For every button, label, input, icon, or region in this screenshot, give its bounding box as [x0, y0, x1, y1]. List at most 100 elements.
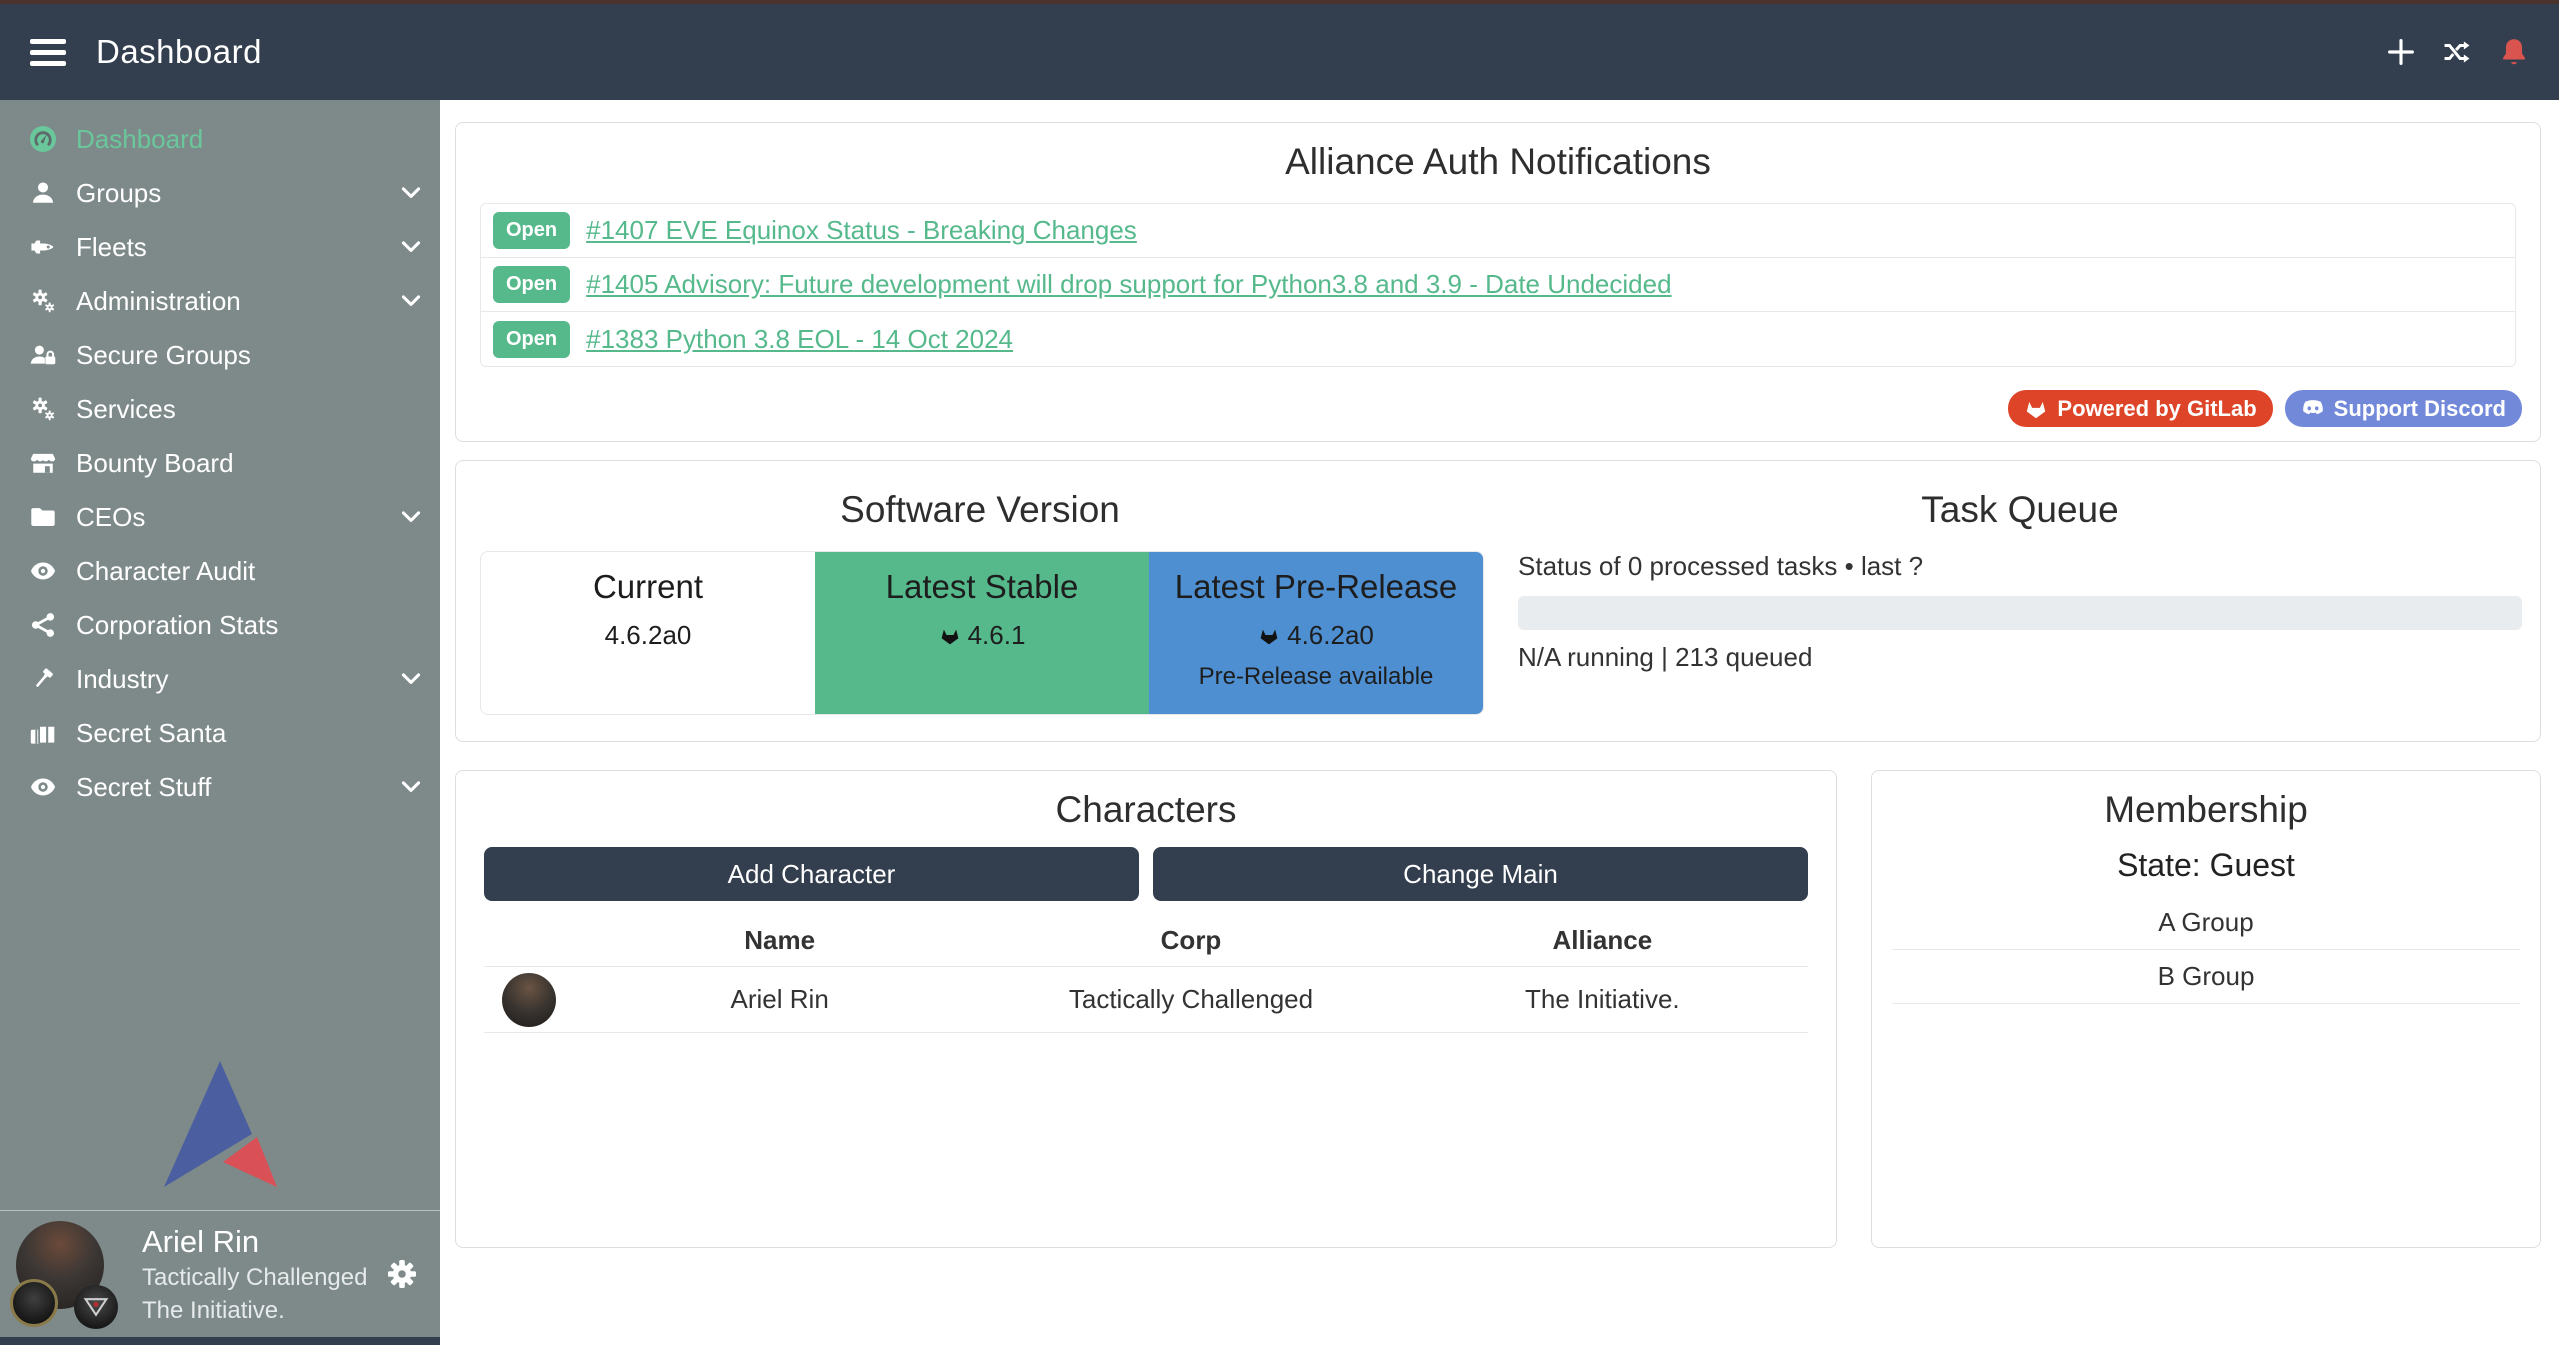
- status-badge: Open: [493, 266, 570, 303]
- gitlab-icon: [1258, 626, 1280, 646]
- software-version-title: Software Version: [456, 489, 1504, 531]
- task-queue-status-line: Status of 0 processed tasks • last ?: [1518, 551, 2522, 582]
- header-alliance: Alliance: [1397, 925, 1808, 956]
- top-navbar: Dashboard: [0, 0, 2559, 100]
- gitlab-icon: [2024, 398, 2048, 420]
- user-name: Ariel Rin: [142, 1224, 367, 1260]
- eye-icon: [26, 557, 60, 585]
- notification-link[interactable]: #1383 Python 3.8 EOL - 14 Oct 2024: [586, 324, 1013, 355]
- chevron-down-icon: [400, 668, 422, 690]
- badge-label: Powered by GitLab: [2057, 396, 2256, 422]
- shuttle-icon: [26, 233, 60, 261]
- version-column-label: Current: [481, 568, 815, 606]
- sidebar-item-label: Administration: [76, 286, 400, 317]
- software-version-section: Software Version Current 4.6.2a0 Latest …: [456, 461, 1504, 741]
- table-header-row: Name Corp Alliance: [484, 915, 1808, 967]
- sidebar-item-dashboard[interactable]: Dashboard: [0, 112, 440, 166]
- bell-icon[interactable]: [2499, 37, 2529, 67]
- plus-icon[interactable]: [2387, 38, 2415, 66]
- notification-link[interactable]: #1405 Advisory: Future development will …: [586, 269, 1671, 300]
- sidebar-item-label: Character Audit: [76, 556, 422, 587]
- characters-panel: Characters Add Character Change Main Nam…: [455, 770, 1837, 1248]
- gear-icon[interactable]: [386, 1258, 418, 1290]
- character-avatar: [502, 973, 556, 1027]
- change-main-button[interactable]: Change Main: [1153, 847, 1808, 901]
- sidebar: Dashboard Groups Fleets Administration S…: [0, 100, 440, 1345]
- characters-buttons: Add Character Change Main: [484, 847, 1808, 901]
- hammer-icon: [26, 665, 60, 693]
- sidebar-item-character-audit[interactable]: Character Audit: [0, 544, 440, 598]
- notification-link[interactable]: #1407 EVE Equinox Status - Breaking Chan…: [586, 215, 1137, 246]
- sidebar-item-bounty-board[interactable]: Bounty Board: [0, 436, 440, 490]
- gifts-icon: [26, 719, 60, 747]
- sidebar-item-secure-groups[interactable]: Secure Groups: [0, 328, 440, 382]
- sidebar-item-label: Industry: [76, 664, 400, 695]
- badge-label: Support Discord: [2334, 396, 2506, 422]
- user-lock-icon: [26, 341, 60, 369]
- powered-by-gitlab-badge[interactable]: Powered by GitLab: [2008, 390, 2272, 427]
- version-comparison-box: Current 4.6.2a0 Latest Stable 4.6.1 Late…: [480, 551, 1484, 715]
- discord-icon: [2301, 398, 2325, 420]
- sidebar-item-secret-stuff[interactable]: Secret Stuff: [0, 760, 440, 814]
- version-value: 4.6.2a0: [1287, 620, 1374, 651]
- sidebar-item-label: CEOs: [76, 502, 400, 533]
- sidebar-item-label: Groups: [76, 178, 400, 209]
- sidebar-item-services[interactable]: Services: [0, 382, 440, 436]
- store-icon: [26, 449, 60, 477]
- share-icon: [26, 611, 60, 639]
- sidebar-item-label: Secret Santa: [76, 718, 422, 749]
- sidebar-item-label: Secret Stuff: [76, 772, 400, 803]
- version-column-label: Latest Pre-Release: [1149, 568, 1483, 606]
- user-alliance: The Initiative.: [142, 1297, 367, 1325]
- avatar: [14, 1215, 130, 1333]
- sidebar-item-corporation-stats[interactable]: Corporation Stats: [0, 598, 440, 652]
- header-name: Name: [574, 925, 985, 956]
- page-title: Dashboard: [96, 33, 262, 71]
- notifications-footer-badges: Powered by GitLab Support Discord: [2008, 390, 2522, 427]
- folder-icon: [26, 503, 60, 531]
- sidebar-item-label: Secure Groups: [76, 340, 422, 371]
- sidebar-menu: Dashboard Groups Fleets Administration S…: [0, 100, 440, 814]
- cell-alliance: The Initiative.: [1397, 984, 1808, 1015]
- notification-row: Open #1383 Python 3.8 EOL - 14 Oct 2024: [481, 312, 2515, 366]
- shuffle-icon[interactable]: [2443, 38, 2471, 66]
- sidebar-item-secret-santa[interactable]: Secret Santa: [0, 706, 440, 760]
- task-queue-title: Task Queue: [1518, 489, 2522, 531]
- version-value: 4.6.2a0: [605, 620, 692, 651]
- version-value: 4.6.1: [968, 620, 1026, 651]
- sidebar-item-label: Bounty Board: [76, 448, 422, 479]
- sidebar-bottom-strip: [0, 1337, 440, 1345]
- sidebar-item-administration[interactable]: Administration: [0, 274, 440, 328]
- user-icon: [26, 179, 60, 207]
- eye-icon: [26, 773, 60, 801]
- notification-row: Open #1405 Advisory: Future development …: [481, 258, 2515, 312]
- user-panel: Ariel Rin Tactically Challenged The Init…: [0, 1211, 440, 1337]
- sidebar-item-groups[interactable]: Groups: [0, 166, 440, 220]
- sidebar-item-label: Corporation Stats: [76, 610, 422, 641]
- hamburger-menu-icon[interactable]: [30, 39, 66, 66]
- corp-logo-badge: [10, 1279, 58, 1327]
- user-info: Ariel Rin Tactically Challenged The Init…: [142, 1224, 367, 1325]
- sidebar-item-industry[interactable]: Industry: [0, 652, 440, 706]
- sidebar-item-fleets[interactable]: Fleets: [0, 220, 440, 274]
- page: Dashboard Dashboard Groups Fleets: [0, 0, 2559, 1345]
- task-queue-progress-bar: [1518, 596, 2522, 630]
- version-column-label: Latest Stable: [815, 568, 1149, 606]
- gears-icon: [26, 395, 60, 423]
- support-discord-badge[interactable]: Support Discord: [2285, 390, 2522, 427]
- gitlab-icon: [939, 626, 961, 646]
- alliance-logo-badge: [74, 1285, 118, 1329]
- notification-row: Open #1407 EVE Equinox Status - Breaking…: [481, 204, 2515, 258]
- version-stable-cell: Latest Stable 4.6.1: [815, 552, 1149, 714]
- alliance-auth-notifications-panel: Alliance Auth Notifications Open #1407 E…: [455, 122, 2541, 442]
- sidebar-item-ceos[interactable]: CEOs: [0, 490, 440, 544]
- sidebar-item-label: Fleets: [76, 232, 400, 263]
- task-queue-section: Task Queue Status of 0 processed tasks •…: [1504, 461, 2540, 741]
- prerelease-note: Pre-Release available: [1149, 663, 1483, 691]
- membership-state: State: Guest: [1872, 847, 2540, 884]
- status-badge: Open: [493, 212, 570, 249]
- characters-table: Name Corp Alliance Ariel Rin Tactically …: [484, 915, 1808, 1033]
- user-corp: Tactically Challenged: [142, 1264, 367, 1292]
- add-character-button[interactable]: Add Character: [484, 847, 1139, 901]
- status-badge: Open: [493, 321, 570, 358]
